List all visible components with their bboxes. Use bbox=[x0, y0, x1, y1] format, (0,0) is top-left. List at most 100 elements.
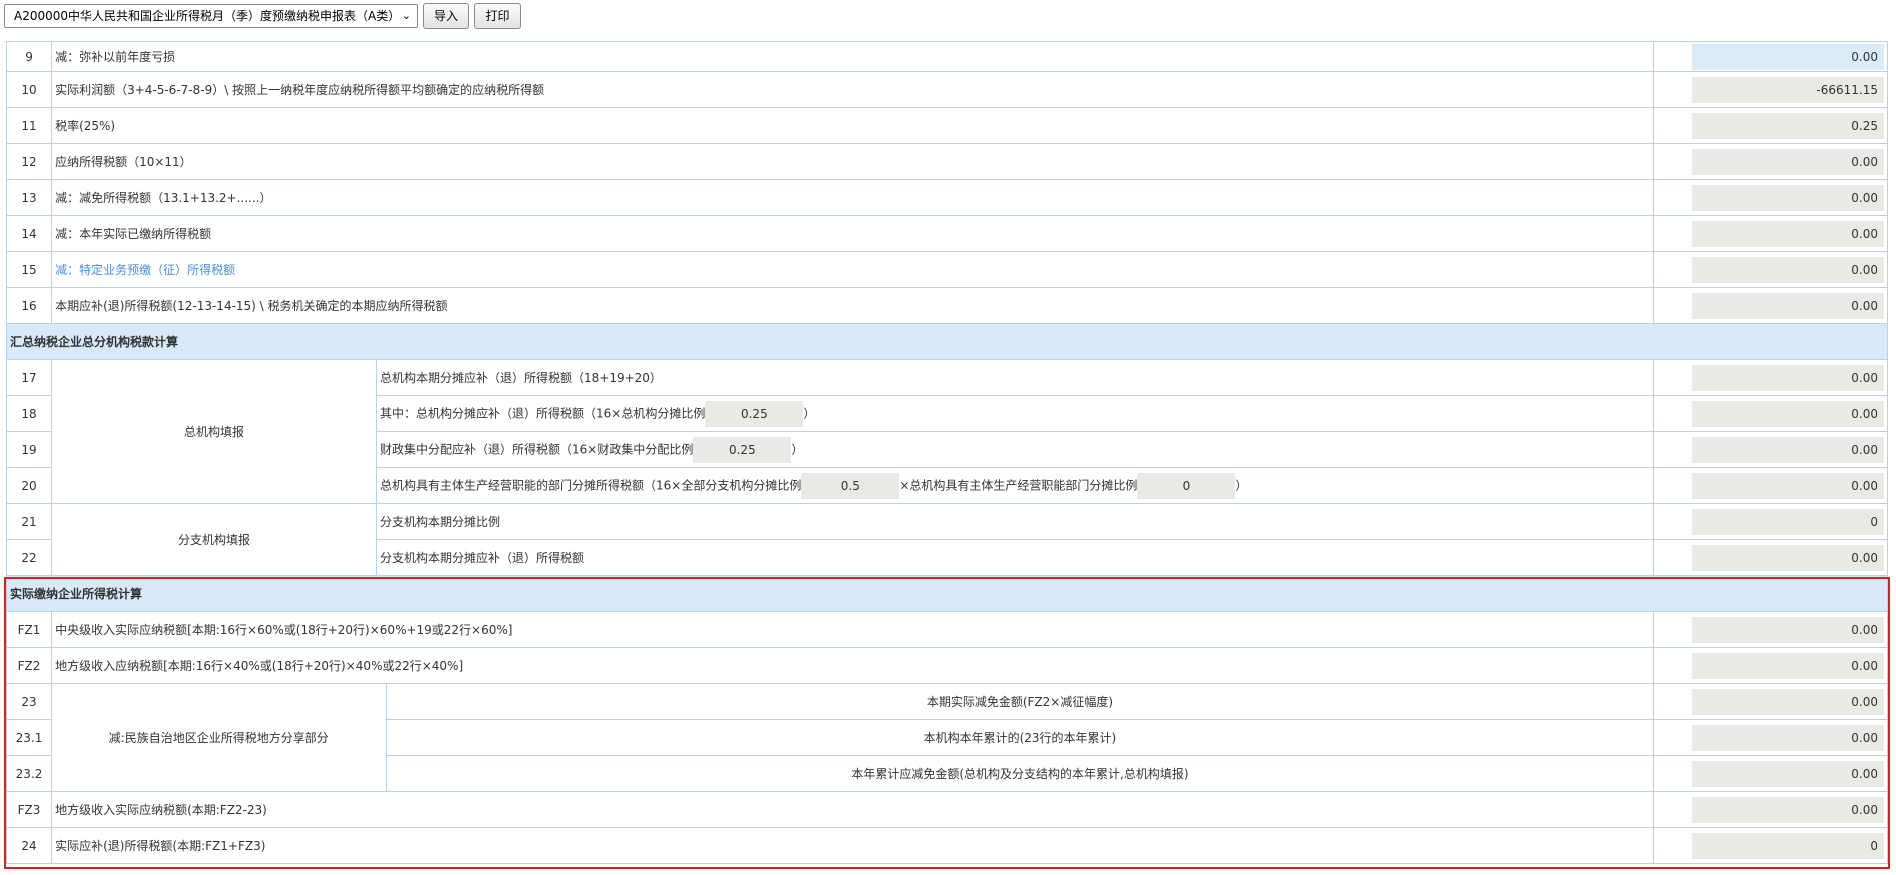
ratio-field-departments: 0 bbox=[1137, 472, 1236, 499]
row-number: 13 bbox=[5, 179, 53, 216]
value-field: 0.00 bbox=[1692, 364, 1884, 391]
import-button[interactable]: 导入 bbox=[423, 3, 469, 29]
table-row: 23 减:民族自治地区企业所得税地方分享部分 本期实际减免金额(FZ2×减征幅度… bbox=[5, 683, 1888, 792]
row-description: 本机构本年累计的(23行的本年累计) bbox=[385, 719, 1655, 756]
value-field: 0.00 bbox=[1692, 400, 1884, 427]
row-description: 应纳所得税额（10×11） bbox=[51, 143, 1655, 180]
section-header: 实际缴纳企业所得税计算 bbox=[6, 575, 1888, 612]
group-label-branch: 分支机构填报 bbox=[51, 503, 378, 576]
row-number: 19 bbox=[5, 431, 53, 468]
table-row: FZ3 地方级收入实际应纳税额(本期:FZ2-23) 0.00 bbox=[5, 791, 1888, 828]
value-field: 0.00 bbox=[1692, 796, 1884, 823]
row-description: 分支机构本期分摊应补（退）所得税额 bbox=[376, 539, 1655, 576]
row-description: 本期实际减免金额(FZ2×减征幅度) bbox=[385, 683, 1655, 720]
row-description-with-ratio: 总机构具有主体生产经营职能的部门分摊所得税额（16×全部分支机构分摊比例 0.5 ×… bbox=[376, 467, 1655, 504]
row-description: 地方级收入实际应纳税额(本期:FZ2-23) bbox=[51, 791, 1655, 828]
chevron-down-icon: ⌄ bbox=[401, 9, 411, 22]
row-description: 实际应补(退)所得税额(本期:FZ1+FZ3) bbox=[51, 827, 1655, 864]
row-description: 本年累计应减免金额(总机构及分支结构的本年累计,总机构填报) bbox=[385, 755, 1655, 792]
value-field: 0 bbox=[1692, 508, 1884, 535]
row-description: 中央级收入实际应纳税额[本期:16行×60%或(18行+20行)×60%+19或… bbox=[51, 611, 1655, 648]
row-number: 23.2 bbox=[5, 755, 53, 792]
row-description-link[interactable]: 减：特定业务预缴（征）所得税额 bbox=[55, 263, 235, 277]
table-row: 13 减：减免所得税额（13.1+13.2+......） 0.00 bbox=[5, 179, 1888, 216]
value-field: 0.00 bbox=[1692, 616, 1884, 643]
table-row: 16 本期应补(退)所得税额(12-13-14-15) \ 税务机关确定的本期应… bbox=[5, 287, 1888, 324]
ratio-text-suffix: ） bbox=[791, 442, 804, 456]
table-row: 11 税率(25%) 0.25 bbox=[5, 107, 1888, 144]
value-input[interactable]: 0.00 bbox=[1692, 43, 1884, 70]
row-number: 20 bbox=[5, 467, 53, 504]
print-button[interactable]: 打印 bbox=[474, 3, 521, 29]
report-type-select-value: A200000中华人民共和国企业所得税月（季）度预缴纳税申报表（A类） bbox=[14, 9, 401, 23]
row-number: FZ3 bbox=[5, 791, 53, 828]
group-label-head-office: 总机构填报 bbox=[51, 359, 378, 504]
row-description-with-ratio: 财政集中分配应补（退）所得税额（16×财政集中分配比例 0.25） bbox=[376, 431, 1655, 468]
value-field: 0.00 bbox=[1692, 148, 1884, 175]
value-field: 0.00 bbox=[1692, 688, 1884, 715]
ratio-text-middle: ×总机构具有主体生产经营职能部门分摊比例 bbox=[899, 478, 1138, 492]
toolbar: A200000中华人民共和国企业所得税月（季）度预缴纳税申报表（A类） ⌄ 导入… bbox=[0, 0, 1896, 34]
row-number: 22 bbox=[5, 539, 53, 576]
value-field: 0.00 bbox=[1692, 544, 1884, 571]
table-row: 15 减：特定业务预缴（征）所得税额 0.00 bbox=[5, 251, 1888, 288]
row-description: 地方级收入应纳税额[本期:16行×40%或(18行+20行)×40%或22行×4… bbox=[51, 647, 1655, 684]
section-title: 汇总纳税企业总分机构税款计算 bbox=[6, 323, 1888, 360]
row-number: FZ1 bbox=[5, 611, 53, 648]
row-description: 减：本年实际已缴纳所得税额 bbox=[51, 215, 1655, 252]
row-number: 23.1 bbox=[5, 719, 53, 756]
section-header: 汇总纳税企业总分机构税款计算 bbox=[6, 323, 1888, 360]
row-number: 23 bbox=[5, 683, 53, 720]
ratio-text-prefix: 其中：总机构分摊应补（退）所得税额（16×总机构分摊比例 bbox=[380, 406, 706, 420]
row-description: 总机构本期分摊应补（退）所得税额（18+19+20） bbox=[376, 359, 1655, 396]
row-description-with-ratio: 其中：总机构分摊应补（退）所得税额（16×总机构分摊比例 0.25） bbox=[376, 395, 1655, 432]
value-field: 0.00 bbox=[1692, 220, 1884, 247]
ratio-field-branches: 0.5 bbox=[801, 472, 900, 499]
ratio-text-suffix: ） bbox=[803, 406, 816, 420]
ratio-field: 0.25 bbox=[693, 436, 792, 463]
row-number: 11 bbox=[5, 107, 53, 144]
tax-form-table: 9 减：弥补以前年度亏损 0.00 10 实际利润额（3+4-5-6-7-8-9… bbox=[5, 41, 1888, 864]
ratio-text-prefix: 总机构具有主体生产经营职能的部门分摊所得税额（16×全部分支机构分摊比例 bbox=[380, 478, 802, 492]
table-row: 17 总机构填报 总机构本期分摊应补（退）所得税额（18+19+20） 0.00 bbox=[5, 359, 1888, 504]
row-description: 减：减免所得税额（13.1+13.2+......） bbox=[51, 179, 1655, 216]
section-title: 实际缴纳企业所得税计算 bbox=[6, 575, 1888, 612]
report-type-select[interactable]: A200000中华人民共和国企业所得税月（季）度预缴纳税申报表（A类） ⌄ bbox=[4, 4, 418, 28]
group-label-minzu: 减:民族自治地区企业所得税地方分享部分 bbox=[51, 683, 387, 792]
row-description: 实际利润额（3+4-5-6-7-8-9）\ 按照上一纳税年度应纳税所得额平均额确… bbox=[51, 71, 1655, 108]
value-field: 0.00 bbox=[1692, 184, 1884, 211]
value-field: 0.00 bbox=[1692, 760, 1884, 787]
row-number: FZ2 bbox=[5, 647, 53, 684]
row-number: 16 bbox=[5, 287, 53, 324]
ratio-text-prefix: 财政集中分配应补（退）所得税额（16×财政集中分配比例 bbox=[380, 442, 694, 456]
value-field: -66611.15 bbox=[1692, 76, 1884, 103]
table-row: 9 减：弥补以前年度亏损 0.00 bbox=[5, 41, 1888, 72]
table-row: FZ1 中央级收入实际应纳税额[本期:16行×60%或(18行+20行)×60%… bbox=[5, 611, 1888, 648]
value-field: 0 bbox=[1692, 832, 1884, 859]
row-description: 税率(25%) bbox=[51, 107, 1655, 144]
table-row: FZ2 地方级收入应纳税额[本期:16行×40%或(18行+20行)×40%或2… bbox=[5, 647, 1888, 684]
row-number: 18 bbox=[5, 395, 53, 432]
value-field: 0.00 bbox=[1692, 724, 1884, 751]
row-description: 减：弥补以前年度亏损 bbox=[51, 41, 1655, 72]
table-row: 10 实际利润额（3+4-5-6-7-8-9）\ 按照上一纳税年度应纳税所得额平… bbox=[5, 71, 1888, 108]
value-field: 0.00 bbox=[1692, 256, 1884, 283]
table-row: 12 应纳所得税额（10×11） 0.00 bbox=[5, 143, 1888, 180]
row-number: 15 bbox=[5, 251, 53, 288]
row-description: 分支机构本期分摊比例 bbox=[376, 503, 1655, 540]
row-number: 21 bbox=[5, 503, 53, 540]
value-field: 0.00 bbox=[1692, 652, 1884, 679]
value-field: 0.25 bbox=[1692, 112, 1884, 139]
value-field: 0.00 bbox=[1692, 292, 1884, 319]
row-number: 12 bbox=[5, 143, 53, 180]
row-number: 9 bbox=[5, 41, 53, 72]
row-number: 14 bbox=[5, 215, 53, 252]
ratio-text-suffix: ） bbox=[1235, 478, 1248, 492]
value-field: 0.00 bbox=[1692, 472, 1884, 499]
table-row: 14 减：本年实际已缴纳所得税额 0.00 bbox=[5, 215, 1888, 252]
row-number: 10 bbox=[5, 71, 53, 108]
table-row: 24 实际应补(退)所得税额(本期:FZ1+FZ3) 0 bbox=[5, 827, 1888, 864]
ratio-field: 0.25 bbox=[705, 400, 804, 427]
row-number: 17 bbox=[5, 359, 53, 396]
row-description: 本期应补(退)所得税额(12-13-14-15) \ 税务机关确定的本期应纳所得… bbox=[51, 287, 1655, 324]
